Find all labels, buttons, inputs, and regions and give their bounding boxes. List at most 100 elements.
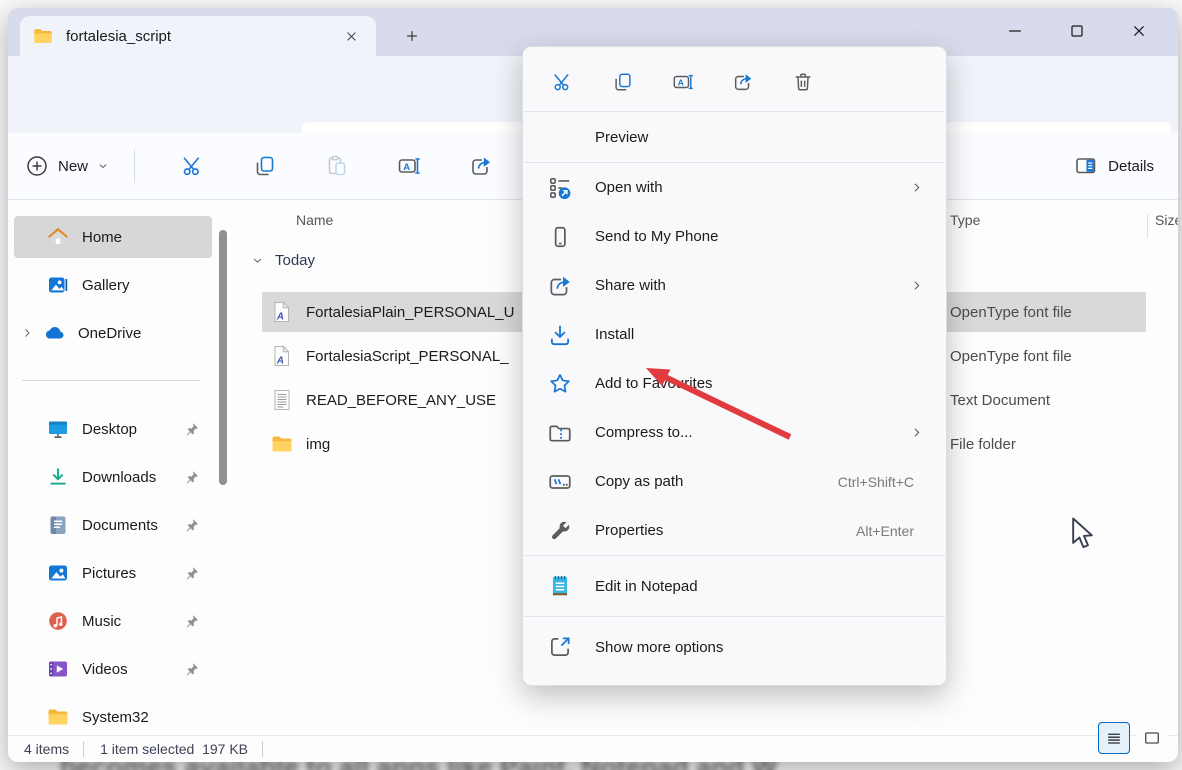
menu-item-label: Compress to... (595, 424, 693, 441)
share-button[interactable] (717, 60, 769, 104)
column-header-type[interactable]: Type (950, 212, 980, 228)
sidebar-item-onedrive[interactable]: OneDrive (14, 312, 212, 354)
music-icon (46, 609, 70, 633)
copy-as-path-icon (547, 469, 573, 495)
pin-icon (183, 613, 200, 630)
close-button[interactable] (1108, 12, 1170, 50)
details-pane-icon (1074, 154, 1098, 178)
menu-item-compress-to[interactable]: Compress to... (523, 408, 946, 457)
icons-view-icon (1142, 728, 1162, 748)
sidebar-item-gallery[interactable]: Gallery (14, 264, 212, 306)
chevron-down-icon (250, 253, 265, 268)
folder-icon (46, 705, 70, 729)
wrench-icon (547, 518, 573, 544)
pin-icon (183, 565, 200, 582)
menu-item-edit-in-notepad[interactable]: Edit in Notepad (523, 556, 946, 616)
videos-icon (46, 657, 70, 681)
menu-item-show-more-options[interactable]: Show more options (523, 617, 946, 677)
context-menu: Preview Open with Send to My Phone Share… (522, 46, 947, 686)
sidebar-item-label: Downloads (82, 468, 157, 486)
paste-button[interactable] (317, 146, 357, 186)
sidebar-item-label: Documents (82, 516, 158, 534)
gallery-icon (46, 273, 70, 297)
documents-icon (46, 513, 70, 537)
copy-button[interactable] (245, 146, 285, 186)
menu-item-label: Properties (595, 522, 664, 539)
menu-item-properties[interactable]: Properties Alt+Enter (523, 506, 946, 555)
cut-button[interactable] (173, 146, 213, 186)
rename-button[interactable] (389, 146, 429, 186)
compress-icon (547, 420, 573, 446)
column-header-size[interactable]: Size (1155, 212, 1178, 228)
new-tab-button[interactable] (396, 20, 428, 52)
sidebar-item-downloads[interactable]: Downloads (14, 456, 212, 498)
menu-item-shortcut: Alt+Enter (856, 522, 914, 539)
submenu-chevron-icon (909, 278, 924, 293)
menu-item-shortcut: Ctrl+Shift+C (837, 473, 914, 490)
group-header-today[interactable]: Today (250, 252, 315, 269)
large-icons-view-button[interactable] (1136, 722, 1168, 754)
menu-item-share-with[interactable]: Share with (523, 261, 946, 310)
items-count: 4 items (24, 741, 70, 757)
phone-icon (547, 224, 573, 250)
share-icon (547, 273, 573, 299)
menu-item-send-to-phone[interactable]: Send to My Phone (523, 212, 946, 261)
menu-item-copy-as-path[interactable]: Copy as path Ctrl+Shift+C (523, 457, 946, 506)
cut-button[interactable] (537, 60, 589, 104)
menu-item-label: Share with (595, 277, 666, 294)
home-icon (46, 225, 70, 249)
sidebar-item-label: Desktop (82, 420, 138, 438)
menu-item-preview[interactable]: Preview (523, 112, 946, 162)
details-view-button[interactable] (1098, 722, 1130, 754)
quick-actions-row (523, 53, 946, 111)
menu-item-label: Show more options (595, 638, 724, 656)
pin-icon (183, 661, 200, 678)
explorer-tab[interactable]: fortalesia_script (20, 16, 376, 56)
expand-chevron-icon[interactable] (14, 324, 40, 342)
new-button-label: New (58, 157, 89, 175)
plus-circle-icon (27, 156, 47, 176)
maximize-button[interactable] (1046, 12, 1108, 50)
file-type: OpenType font file (950, 303, 1072, 321)
menu-item-add-to-favourites[interactable]: Add to Favourites (523, 359, 946, 408)
tab-close-button[interactable] (338, 23, 364, 49)
submenu-chevron-icon (909, 180, 924, 195)
sidebar-item-home[interactable]: Home (14, 216, 212, 258)
menu-item-label: Copy as path (595, 473, 684, 490)
share-button[interactable] (461, 146, 501, 186)
pin-icon (183, 469, 200, 486)
group-label: Today (275, 252, 316, 269)
menu-item-install[interactable]: Install (523, 310, 946, 359)
menu-item-open-with[interactable]: Open with (523, 163, 946, 212)
show-more-icon (547, 634, 573, 660)
sidebar-item-pictures[interactable]: Pictures (14, 552, 212, 594)
selection-size: 197 KB (202, 741, 249, 757)
paste-icon (325, 154, 349, 178)
status-bar: 4 items 1 item selected 197 KB (8, 722, 1178, 762)
sidebar-item-documents[interactable]: Documents (14, 504, 212, 546)
file-type: Text Document (950, 391, 1051, 409)
rename-button[interactable] (657, 60, 709, 104)
column-divider[interactable] (1147, 214, 1148, 238)
column-header-name[interactable]: Name (296, 212, 333, 228)
sidebar-item-label: Gallery (82, 276, 130, 294)
sidebar-item-system32[interactable]: System32 (14, 696, 212, 738)
sidebar-scrollbar[interactable] (219, 230, 227, 485)
sidebar-item-music[interactable]: Music (14, 600, 212, 642)
pictures-icon (46, 561, 70, 585)
copy-button[interactable] (597, 60, 649, 104)
sidebar-item-videos[interactable]: Videos (14, 648, 212, 690)
file-name: READ_BEFORE_ANY_USE (306, 391, 497, 409)
chevron-down-icon (96, 159, 110, 173)
onedrive-icon (42, 321, 66, 345)
minimize-button[interactable] (984, 12, 1046, 50)
rename-icon (672, 71, 694, 93)
notepad-icon (547, 573, 573, 599)
file-type: File folder (950, 435, 1016, 453)
sidebar-item-desktop[interactable]: Desktop (14, 408, 212, 450)
text-file-icon (270, 388, 294, 412)
details-toggle-button[interactable]: Details (1074, 133, 1154, 199)
share-icon (469, 154, 493, 178)
new-button[interactable]: New (26, 155, 110, 177)
delete-button[interactable] (777, 60, 829, 104)
